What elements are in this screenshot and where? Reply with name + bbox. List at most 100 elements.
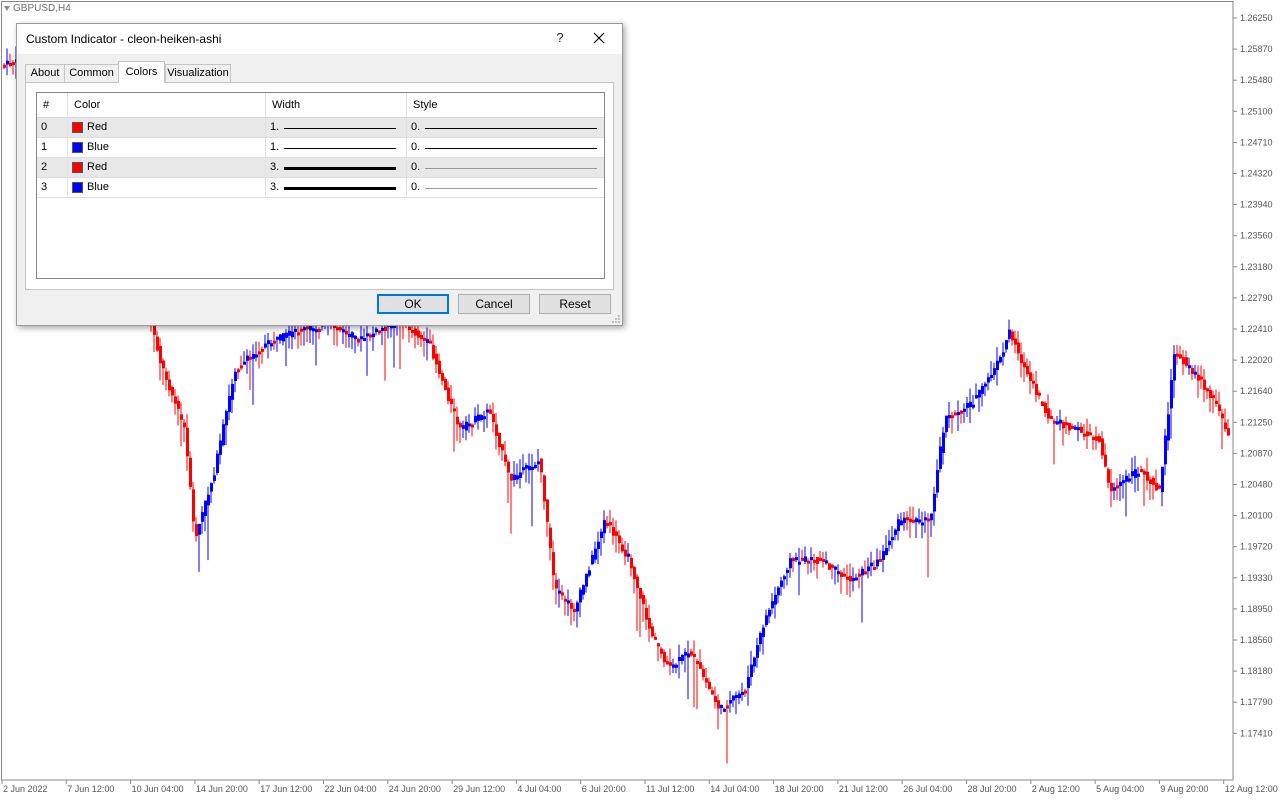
ok-button[interactable]: OK [377,294,449,314]
width-line-sample [284,148,396,149]
candle-body [747,676,750,688]
candle-body [549,527,552,549]
style-cell[interactable]: 0. [407,158,604,177]
candle-body [861,568,864,576]
tab-visualization[interactable]: Visualization [165,64,231,82]
color-cell[interactable]: Red [68,118,266,137]
style-value: 0. [411,161,421,173]
chart-symbol-label[interactable]: GBPUSD,H4 [4,3,71,14]
candle-body [783,576,786,580]
column-header-style[interactable]: Style [407,93,604,117]
candle-body [177,400,180,409]
resize-grip-icon[interactable] [611,314,621,324]
color-cell[interactable]: Blue [68,178,266,197]
candle-body [885,547,888,555]
candle-body [1098,436,1101,442]
candle-body [165,371,168,380]
tab-about[interactable]: About [25,64,65,82]
candle-body [639,588,642,599]
price-tick-label: 1.22410 [1240,324,1273,334]
tab-common[interactable]: Common [64,64,119,82]
column-header-color[interactable]: Color [68,93,266,117]
width-cell[interactable]: 1. [266,118,407,137]
style-cell[interactable]: 0. [407,118,604,137]
table-row[interactable]: 3 Blue 3. 0. [37,178,604,198]
candle-body [291,331,294,338]
candle-body [657,643,660,647]
price-tick-label: 1.23940 [1240,200,1273,210]
candle-body [1011,331,1014,341]
candle-body [198,523,201,535]
candle-body [1134,469,1137,478]
candle-body [351,332,354,338]
help-button[interactable]: ? [550,30,570,48]
color-cell[interactable]: Blue [68,138,266,157]
candle-body [1137,473,1140,477]
candle-body [948,415,951,419]
candle-body [834,566,837,570]
table-row[interactable]: 0 Red 1. 0. [37,118,604,138]
candle-body [492,413,495,423]
time-tick-label: 24 Jun 20:00 [389,784,441,794]
candle-body [1173,354,1176,381]
candle-body [501,444,504,451]
candle-body [372,333,375,338]
candle-body [957,412,960,416]
candle-body [1218,404,1221,412]
dialog-titlebar[interactable]: Custom Indicator - cleon-heiken-ashi ? [17,24,622,54]
custom-indicator-dialog: Custom Indicator - cleon-heiken-ashi ? A… [16,23,623,326]
width-cell[interactable]: 1. [266,138,407,157]
candle-body [1056,421,1059,425]
table-row[interactable]: 2 Red 3. 0. [37,158,604,178]
column-header-index[interactable]: # [37,93,68,117]
style-cell[interactable]: 0. [407,178,604,197]
width-cell[interactable]: 3. [266,158,407,177]
candle-body [840,572,843,577]
color-swatch [72,142,83,153]
candle-body [3,64,6,68]
candle-body [528,465,531,471]
candle-body [930,513,933,521]
candle-body [1146,471,1149,481]
candle-body [309,325,312,331]
candle-body [345,330,348,335]
color-name: Red [87,121,108,133]
color-cell[interactable]: Red [68,158,266,177]
time-tick-label: 14 Jun 20:00 [196,784,248,794]
candle-body [918,519,921,523]
candle-body [426,339,429,344]
reset-button[interactable]: Reset [539,294,611,314]
color-swatch [72,162,83,173]
cancel-button[interactable]: Cancel [458,294,530,314]
candle-body [1017,342,1020,354]
candle-body [855,577,858,581]
candle-body [606,523,609,527]
candle-body [1002,352,1005,357]
close-button[interactable] [589,28,609,48]
price-tick-label: 1.22790 [1240,293,1273,303]
candle-body [1176,353,1179,357]
width-value: 3. [270,181,280,193]
candle-body [672,664,675,668]
table-row[interactable]: 1 Blue 1. 0. [37,138,604,158]
candle-body [675,664,678,668]
candle-body [282,333,285,342]
candle-body [618,535,621,544]
candle-body [792,558,795,562]
candle-body [972,404,975,408]
price-tick-label: 1.22020 [1240,355,1273,365]
style-cell[interactable]: 0. [407,138,604,157]
column-header-width[interactable]: Width [266,93,407,117]
width-cell[interactable]: 3. [266,178,407,197]
candle-body [627,553,630,557]
candle-body [732,695,735,701]
tab-colors[interactable]: Colors [118,61,165,83]
candle-body [534,464,537,468]
candle-body [1086,431,1089,437]
candle-body [12,62,15,66]
candle-body [201,512,204,522]
candle-body [1047,408,1050,419]
style-value: 0. [411,121,421,133]
candle-body [189,457,192,487]
candle-body [765,615,768,626]
